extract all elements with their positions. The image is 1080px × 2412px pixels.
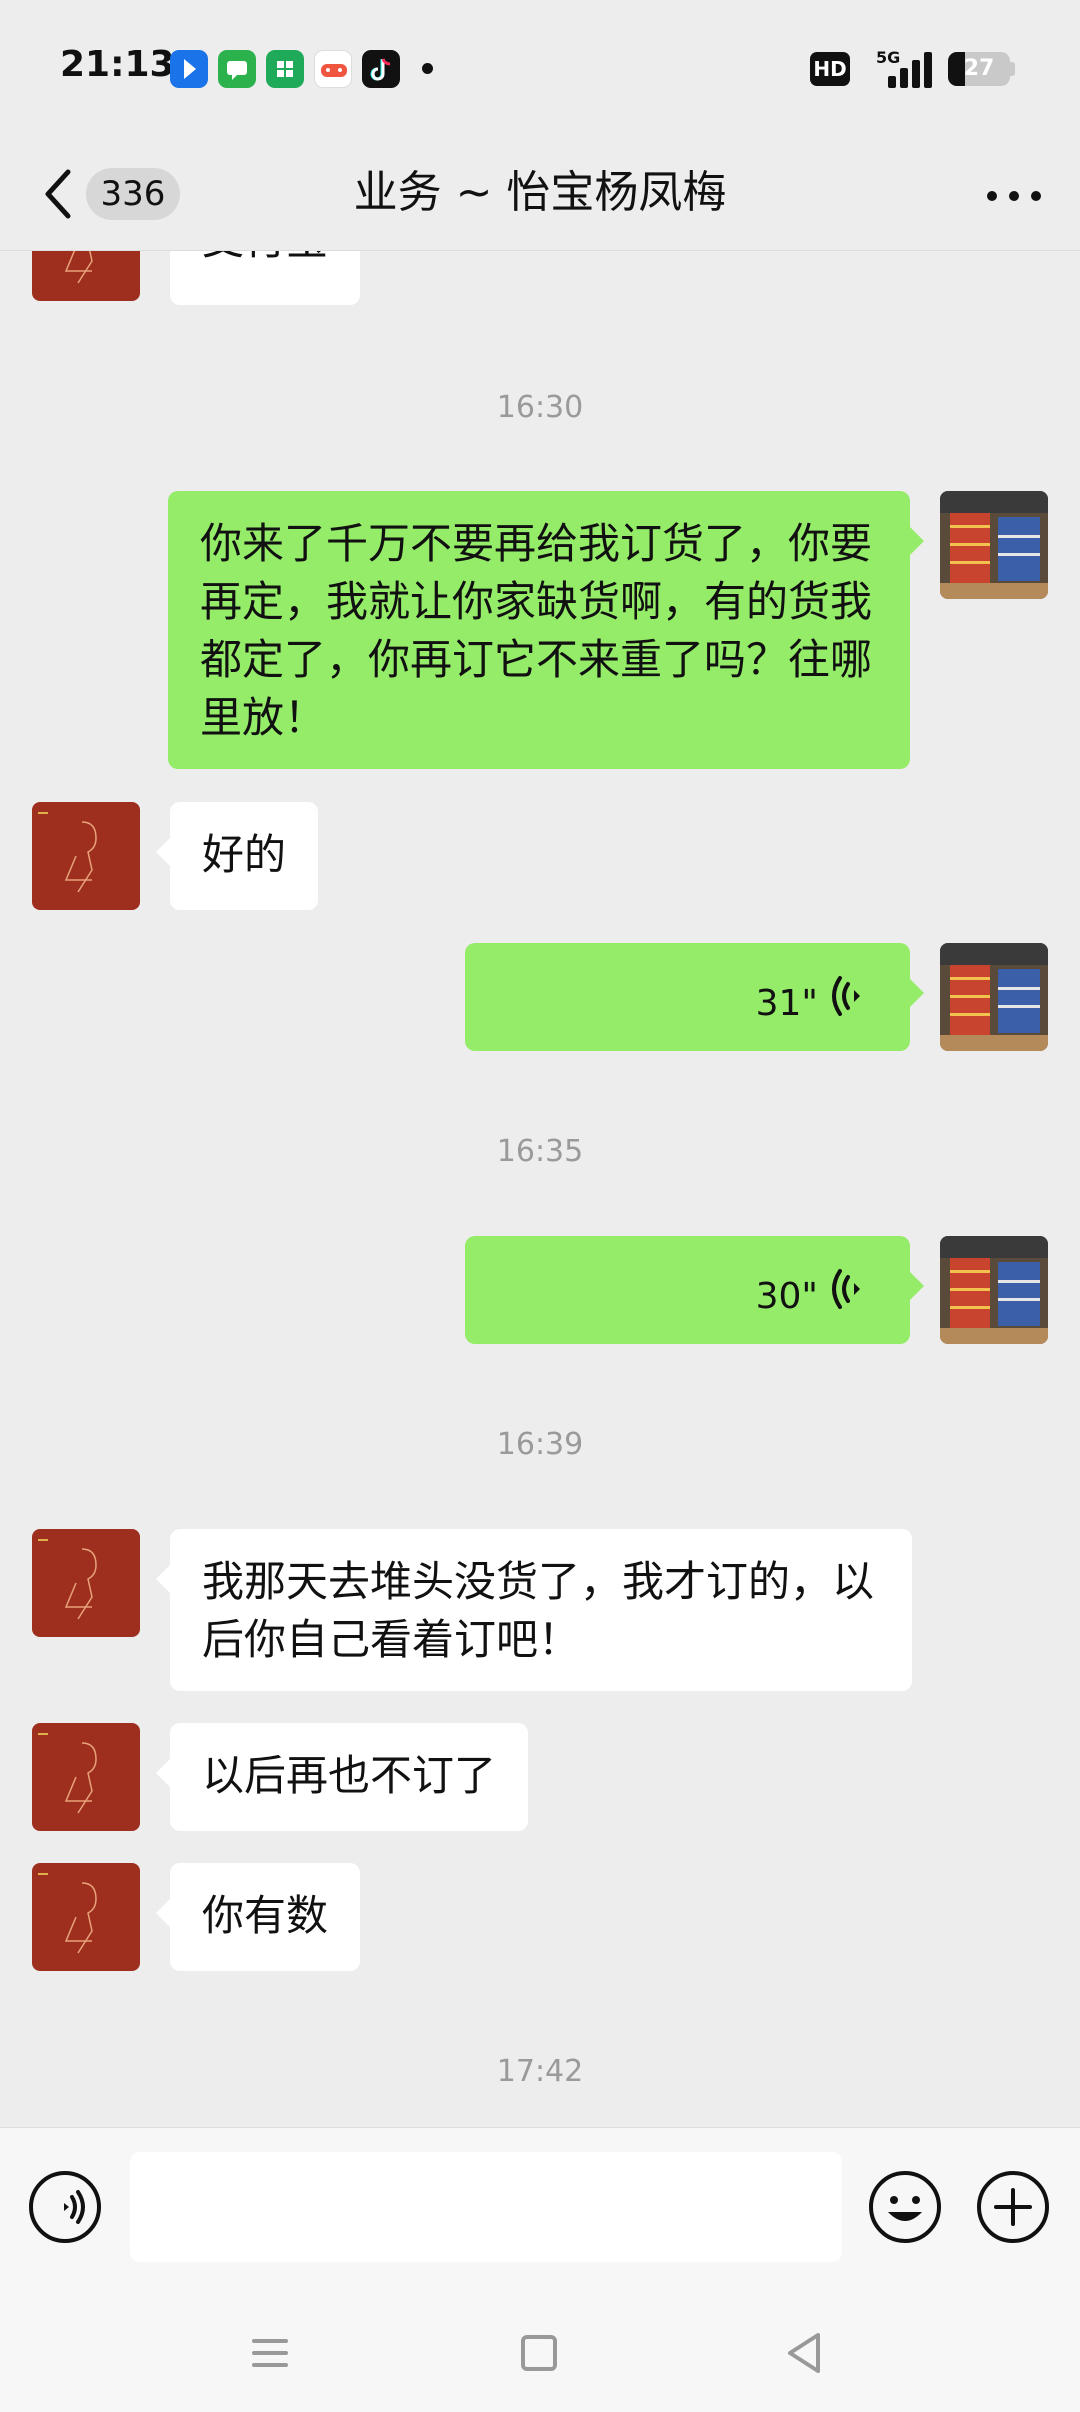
message-text: 我那天去堆头没货了，我才订的，以后你自己看着订吧！ (202, 1557, 875, 1664)
voice-input-icon[interactable] (26, 2168, 104, 2246)
tiktok-icon (362, 50, 400, 88)
back-nav-icon[interactable] (774, 2323, 834, 2383)
contact-avatar[interactable] (32, 802, 140, 910)
more-notifications-dot (422, 63, 433, 74)
system-navigation-bar (0, 2297, 1080, 2412)
maps-icon (170, 50, 208, 88)
contact-avatar[interactable] (32, 1723, 140, 1831)
messages-icon (218, 50, 256, 88)
voice-wave-icon (832, 976, 860, 1016)
voice-message-outgoing[interactable]: 31" (465, 943, 924, 1051)
emoji-icon[interactable] (866, 2168, 944, 2246)
more-options-icon[interactable] (984, 176, 1044, 216)
message-timestamp: 16:39 (496, 1427, 584, 1462)
message-timestamp: 16:30 (496, 390, 584, 425)
game-icon (314, 50, 352, 88)
battery-percent: 27 (963, 56, 995, 81)
message-timestamp: 17:42 (496, 2054, 584, 2089)
contact-avatar[interactable] (32, 1529, 140, 1637)
message-input-bar (0, 2127, 1080, 2298)
voice-duration: 30" (755, 1276, 818, 1317)
message-text: 支付宝 (202, 251, 328, 264)
message-timestamp: 16:35 (496, 1134, 584, 1169)
home-icon[interactable] (509, 2323, 569, 2383)
chat-header: 336 业务 ~ 怡宝杨凤梅 (0, 140, 1080, 251)
message-text: 你来了千万不要再给我订货了，你要再定，我就让你家缺货啊，有的货我都定了，你再订它… (200, 519, 873, 742)
store-icon (266, 50, 304, 88)
chat-title: 业务 ~ 怡宝杨凤梅 (353, 167, 727, 218)
message-input[interactable] (130, 2152, 842, 2262)
status-bar: 21:13 HD 5G 27 (0, 0, 1080, 140)
status-time: 21:13 (60, 44, 175, 85)
message-text: 好的 (202, 830, 287, 879)
message-text: 你有数 (202, 1891, 329, 1940)
message-bubble-incoming[interactable]: 以后再也不订了 (155, 1723, 529, 1831)
voice-duration: 31" (755, 983, 818, 1024)
add-more-icon[interactable] (974, 2168, 1052, 2246)
battery-icon: 27 (948, 52, 1010, 86)
recent-apps-icon[interactable] (240, 2323, 300, 2383)
my-avatar[interactable] (940, 491, 1048, 599)
message-bubble-incoming[interactable]: 你有数 (155, 1863, 361, 1971)
contact-avatar[interactable] (32, 1863, 140, 1971)
message-bubble-incoming[interactable]: 支付宝 (170, 251, 361, 305)
message-text: 以后再也不订了 (202, 1751, 497, 1800)
signal-icon (880, 48, 932, 88)
hd-badge: HD (810, 52, 850, 86)
my-avatar[interactable] (940, 1236, 1048, 1344)
message-bubble-incoming[interactable]: 好的 (155, 802, 319, 910)
message-list[interactable]: 支付宝 16:30 你来了千万不要再给我订货了，你要再定，我就让你家缺货啊，有的… (0, 251, 1080, 2127)
voice-message-outgoing[interactable]: 30" (465, 1236, 924, 1344)
voice-wave-icon (832, 1269, 860, 1309)
contact-avatar[interactable] (32, 251, 140, 301)
my-avatar[interactable] (940, 943, 1048, 1051)
message-bubble-incoming[interactable]: 我那天去堆头没货了，我才订的，以后你自己看着订吧！ (156, 1529, 912, 1691)
message-bubble-outgoing[interactable]: 你来了千万不要再给我订货了，你要再定，我就让你家缺货啊，有的货我都定了，你再订它… (168, 491, 924, 769)
